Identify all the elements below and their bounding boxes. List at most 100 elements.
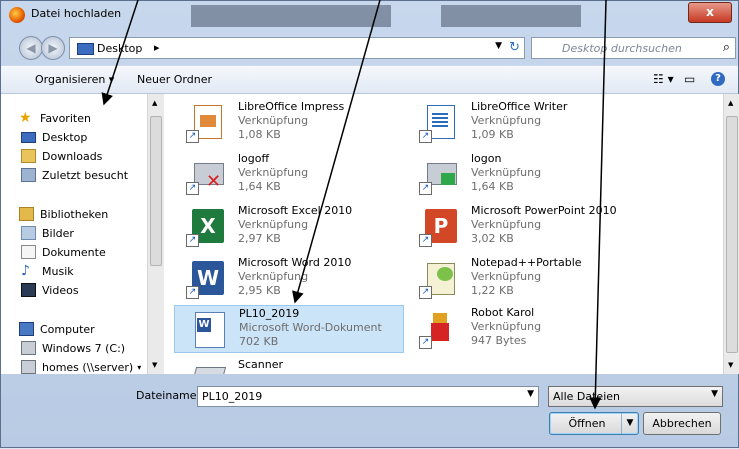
- file-list-scroll-thumb[interactable]: [726, 116, 738, 353]
- cancel-button[interactable]: Abbrechen: [643, 412, 721, 435]
- filename-dropdown-icon[interactable]: ▼: [527, 389, 534, 399]
- open-button-label: Öffnen: [568, 417, 606, 430]
- file-upload-dialog: Datei hochladen x ◀ ▶ Desktop ▸ ▼ ↻ Desk…: [0, 0, 739, 448]
- file-type: Verknüpfung: [471, 166, 542, 179]
- filename-input[interactable]: PL10_2019 ▼: [197, 386, 539, 407]
- organize-menu[interactable]: Organisieren ▾: [35, 73, 114, 86]
- address-bar[interactable]: Desktop ▸ ▼ ↻: [69, 37, 525, 59]
- documents-icon: [21, 245, 36, 259]
- file-item[interactable]: ✕ ↗ logoff Verknüpfung 1,64 KB: [174, 151, 404, 199]
- preview-pane-icon[interactable]: ▭: [684, 72, 695, 86]
- file-name: PL10_2019: [239, 307, 300, 320]
- file-item[interactable]: W ↗ Microsoft Word 2010 Verknüpfung 2,95 …: [174, 255, 404, 303]
- sidebar-item-downloads[interactable]: Downloads: [21, 148, 102, 164]
- file-item[interactable]: Scanner: [174, 357, 404, 374]
- sidebar-item-label: Musik: [42, 264, 74, 278]
- scroll-up-icon[interactable]: ▲: [728, 99, 733, 107]
- sidebar-item-recent[interactable]: Zuletzt besucht: [21, 167, 128, 183]
- file-item[interactable]: ↗ LibreOffice Writer Verknüpfung 1,09 KB: [407, 99, 637, 147]
- sidebar-heading-libraries: Bibliotheken: [40, 207, 109, 221]
- word-icon: W ↗: [186, 259, 226, 299]
- close-button[interactable]: x: [688, 2, 732, 23]
- scroll-down-icon[interactable]: ▼: [152, 361, 157, 369]
- file-size: 2,97 KB: [238, 232, 281, 245]
- breadcrumb-desktop[interactable]: Desktop: [97, 42, 142, 55]
- sidebar-heading-favorites: Favoriten: [40, 111, 91, 125]
- network-drive-icon: [21, 360, 36, 374]
- sidebar-item-videos[interactable]: Videos: [21, 282, 79, 298]
- sidebar-item-label: Windows 7 (C:): [42, 341, 126, 355]
- excel-icon: X ↗: [186, 207, 226, 247]
- desktop-icon: [77, 43, 94, 55]
- title-bar: Datei hochladen x: [1, 1, 738, 28]
- file-name: Microsoft PowerPoint 2010: [471, 204, 617, 217]
- file-item[interactable]: ↗ Notepad++Portable Verknüpfung 1,22 KB: [407, 255, 637, 303]
- forward-button[interactable]: ▶: [41, 36, 65, 60]
- navigation-bar: ◀ ▶ Desktop ▸ ▼ ↻ Desktop durchsuchen ⌕: [1, 33, 738, 63]
- file-item-selected[interactable]: W PL10_2019 Microsoft Word-Dokument 702 …: [174, 305, 404, 353]
- sidebar-item-desktop[interactable]: Desktop: [21, 129, 87, 145]
- firefox-icon: [9, 7, 25, 23]
- sidebar-scrollbar[interactable]: ▲ ▼: [147, 94, 164, 374]
- file-item[interactable]: ↗ Robot Karol Verknüpfung 947 Bytes: [407, 305, 637, 353]
- sidebar-item-music[interactable]: ♪ Musik: [21, 263, 74, 279]
- file-size: 702 KB: [239, 335, 279, 348]
- file-size: 1,08 KB: [238, 128, 281, 141]
- file-size: 1,09 KB: [471, 128, 514, 141]
- filename-value: PL10_2019: [202, 390, 263, 403]
- file-name: logon: [471, 152, 502, 165]
- open-button[interactable]: Öffnen ▼: [549, 412, 639, 435]
- file-size: 1,64 KB: [238, 180, 281, 193]
- new-folder-button[interactable]: Neuer Ordner: [137, 73, 212, 86]
- view-options-icon[interactable]: ☷ ▾: [653, 72, 674, 86]
- expand-icon[interactable]: ▾: [137, 363, 141, 372]
- back-button[interactable]: ◀: [19, 36, 43, 60]
- impress-icon: ↗: [186, 103, 226, 143]
- sidebar-libraries[interactable]: Bibliotheken: [19, 206, 108, 222]
- drive-icon: [21, 341, 36, 355]
- sidebar-favorites[interactable]: ★ Favoriten: [19, 110, 91, 126]
- scanner-icon: [186, 361, 227, 374]
- logon-icon: ↗: [419, 155, 459, 195]
- breadcrumb-chevron-icon[interactable]: ▸: [154, 41, 160, 54]
- sidebar-item-label: Downloads: [42, 149, 103, 163]
- sidebar-item-pictures[interactable]: Bilder: [21, 225, 74, 241]
- sidebar-computer[interactable]: Computer: [19, 321, 95, 337]
- refresh-icon[interactable]: ↻: [509, 40, 520, 55]
- file-item[interactable]: P ↗ Microsoft PowerPoint 2010 Verknüpfung…: [407, 203, 637, 251]
- file-type: Microsoft Word-Dokument: [239, 321, 382, 334]
- sidebar-item-label: homes (\\server): [42, 360, 134, 374]
- file-type: Verknüpfung: [238, 114, 309, 127]
- help-icon[interactable]: ?: [711, 72, 725, 86]
- filetype-dropdown-icon[interactable]: ▼: [711, 389, 718, 399]
- desktop-icon: [21, 131, 36, 143]
- videos-icon: [21, 283, 36, 297]
- file-type: Verknüpfung: [238, 270, 309, 283]
- file-type: Verknüpfung: [471, 114, 542, 127]
- powerpoint-icon: P ↗: [419, 207, 459, 247]
- star-icon: ★: [19, 110, 32, 126]
- scroll-down-icon[interactable]: ▼: [728, 361, 733, 369]
- sidebar-scroll-thumb[interactable]: [150, 116, 162, 266]
- logoff-icon: ✕ ↗: [186, 155, 226, 195]
- file-item[interactable]: ↗ logon Verknüpfung 1,64 KB: [407, 151, 637, 199]
- address-dropdown-icon[interactable]: ▼: [495, 41, 502, 51]
- command-toolbar: Organisieren ▾ Neuer Ordner ☷ ▾ ▭ ?: [1, 65, 738, 94]
- obscured-region: [191, 5, 391, 27]
- search-input[interactable]: Desktop durchsuchen ⌕: [531, 37, 736, 59]
- search-icon[interactable]: ⌕: [723, 40, 730, 55]
- file-item[interactable]: ↗ LibreOffice Impress Verknüpfung 1,08 K…: [174, 99, 404, 147]
- scroll-up-icon[interactable]: ▲: [152, 99, 157, 107]
- sidebar-item-drive-c[interactable]: Windows 7 (C:): [21, 340, 125, 356]
- file-name: Microsoft Excel 2010: [238, 204, 353, 217]
- open-split-dropdown-icon[interactable]: ▼: [621, 413, 638, 434]
- file-name: Notepad++Portable: [471, 256, 582, 269]
- notepad-icon: ↗: [419, 259, 459, 299]
- file-list-scrollbar[interactable]: ▲ ▼: [723, 94, 739, 374]
- sidebar-item-network-drive[interactable]: homes (\\server) ▾: [21, 359, 141, 375]
- music-icon: ♪: [21, 263, 30, 279]
- file-item[interactable]: X ↗ Microsoft Excel 2010 Verknüpfung 2,97…: [174, 203, 404, 251]
- sidebar-item-documents[interactable]: Dokumente: [21, 244, 106, 260]
- file-name: logoff: [238, 152, 270, 165]
- filetype-select[interactable]: Alle Dateien ▼: [548, 386, 723, 407]
